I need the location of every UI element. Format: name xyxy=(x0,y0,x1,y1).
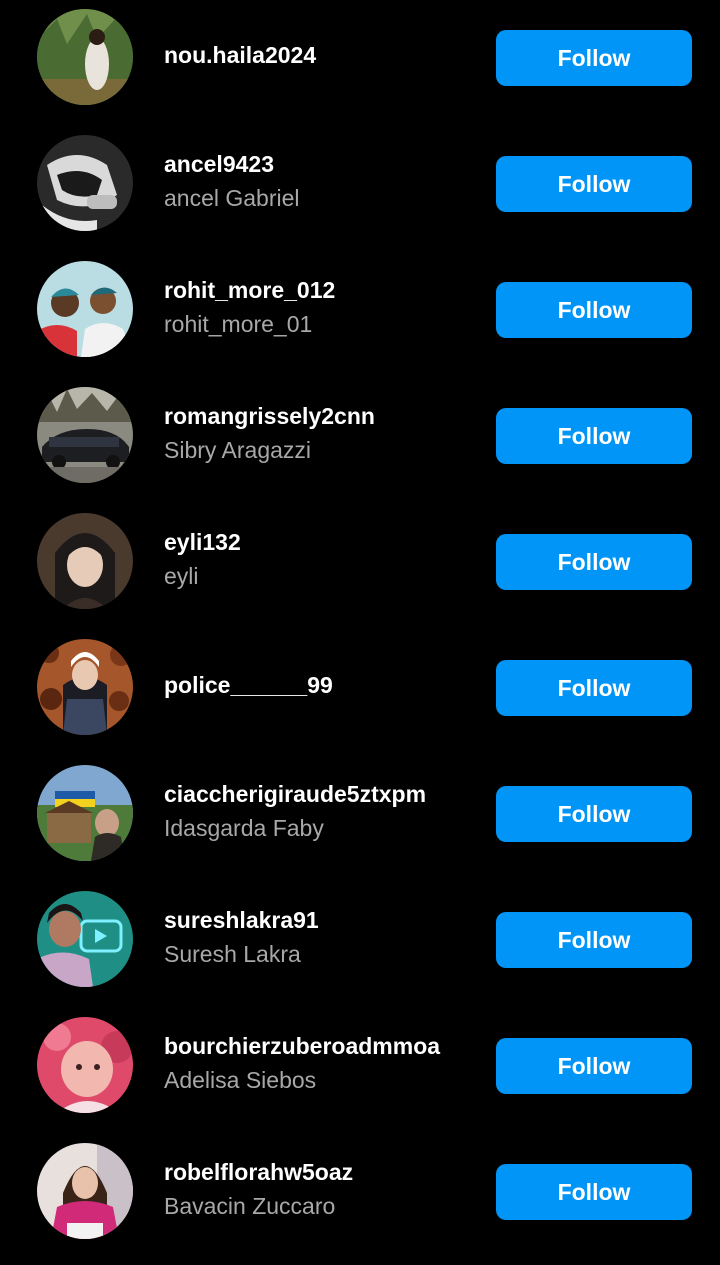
list-item: ciaccherigiraude5ztxpm Idasgarda Faby Fo… xyxy=(0,756,720,882)
list-item: robelflorahw5oaz Bavacin Zuccaro Follow xyxy=(0,1134,720,1260)
account-names: police______99 xyxy=(164,671,474,699)
account-names: eyli132 eyli xyxy=(164,528,474,590)
account-names: ciaccherigiraude5ztxpm Idasgarda Faby xyxy=(164,780,474,842)
username[interactable]: bourchierzuberoadmmoa xyxy=(164,1032,474,1060)
follow-button[interactable]: Follow xyxy=(496,786,692,842)
account-names: ancel9423 ancel Gabriel xyxy=(164,150,474,212)
account-names: romangrissely2cnn Sibry Aragazzi xyxy=(164,402,474,464)
list-item: romangrissely2cnn Sibry Aragazzi Follow xyxy=(0,378,720,504)
avatar[interactable] xyxy=(37,513,133,609)
full-name: Bavacin Zuccaro xyxy=(164,1193,336,1219)
account-names: rohit_more_012 rohit_more_01 xyxy=(164,276,474,338)
follow-button[interactable]: Follow xyxy=(496,912,692,968)
follow-button[interactable]: Follow xyxy=(496,1164,692,1220)
avatar[interactable] xyxy=(37,765,133,861)
full-name: Sibry Aragazzi xyxy=(164,437,312,463)
account-names: robelflorahw5oaz Bavacin Zuccaro xyxy=(164,1158,474,1220)
avatar[interactable] xyxy=(37,9,133,105)
list-item: sureshlakra91 Suresh Lakra Follow xyxy=(0,882,720,1008)
list-item: ancel9423 ancel Gabriel Follow xyxy=(0,126,720,252)
avatar[interactable] xyxy=(37,891,133,987)
suggested-accounts-list: nou.haila2024 Follow ancel9423 ancel Gab… xyxy=(0,0,720,1265)
follow-button[interactable]: Follow xyxy=(496,660,692,716)
follow-button[interactable]: Follow xyxy=(496,156,692,212)
avatar[interactable] xyxy=(37,1143,133,1239)
full-name: Idasgarda Faby xyxy=(164,815,324,841)
avatar[interactable] xyxy=(37,639,133,735)
avatar[interactable] xyxy=(37,261,133,357)
full-name: Adelisa Siebos xyxy=(164,1067,317,1093)
username[interactable]: ancel9423 xyxy=(164,150,474,178)
account-names: sureshlakra91 Suresh Lakra xyxy=(164,906,474,968)
list-item: police______99 Follow xyxy=(0,630,720,756)
full-name: eyli xyxy=(164,563,199,589)
username[interactable]: police______99 xyxy=(164,671,474,699)
list-item: eyli132 eyli Follow xyxy=(0,504,720,630)
follow-button[interactable]: Follow xyxy=(496,1038,692,1094)
username[interactable]: eyli132 xyxy=(164,528,474,556)
username[interactable]: ciaccherigiraude5ztxpm xyxy=(164,780,474,808)
full-name: ancel Gabriel xyxy=(164,185,300,211)
follow-button[interactable]: Follow xyxy=(496,30,692,86)
full-name: Suresh Lakra xyxy=(164,941,301,967)
list-item: rohit_more_012 rohit_more_01 Follow xyxy=(0,252,720,378)
list-item: bourchierzuberoadmmoa Adelisa Siebos Fol… xyxy=(0,1008,720,1134)
avatar[interactable] xyxy=(37,1017,133,1113)
list-item: nou.haila2024 Follow xyxy=(0,0,720,126)
username[interactable]: romangrissely2cnn xyxy=(164,402,474,430)
full-name: rohit_more_01 xyxy=(164,311,313,337)
avatar[interactable] xyxy=(37,135,133,231)
account-names: nou.haila2024 xyxy=(164,41,474,69)
account-names: bourchierzuberoadmmoa Adelisa Siebos xyxy=(164,1032,474,1094)
username[interactable]: nou.haila2024 xyxy=(164,41,474,69)
username[interactable]: robelflorahw5oaz xyxy=(164,1158,474,1186)
avatar[interactable] xyxy=(37,387,133,483)
follow-button[interactable]: Follow xyxy=(496,534,692,590)
follow-button[interactable]: Follow xyxy=(496,408,692,464)
follow-button[interactable]: Follow xyxy=(496,282,692,338)
username[interactable]: sureshlakra91 xyxy=(164,906,474,934)
username[interactable]: rohit_more_012 xyxy=(164,276,474,304)
